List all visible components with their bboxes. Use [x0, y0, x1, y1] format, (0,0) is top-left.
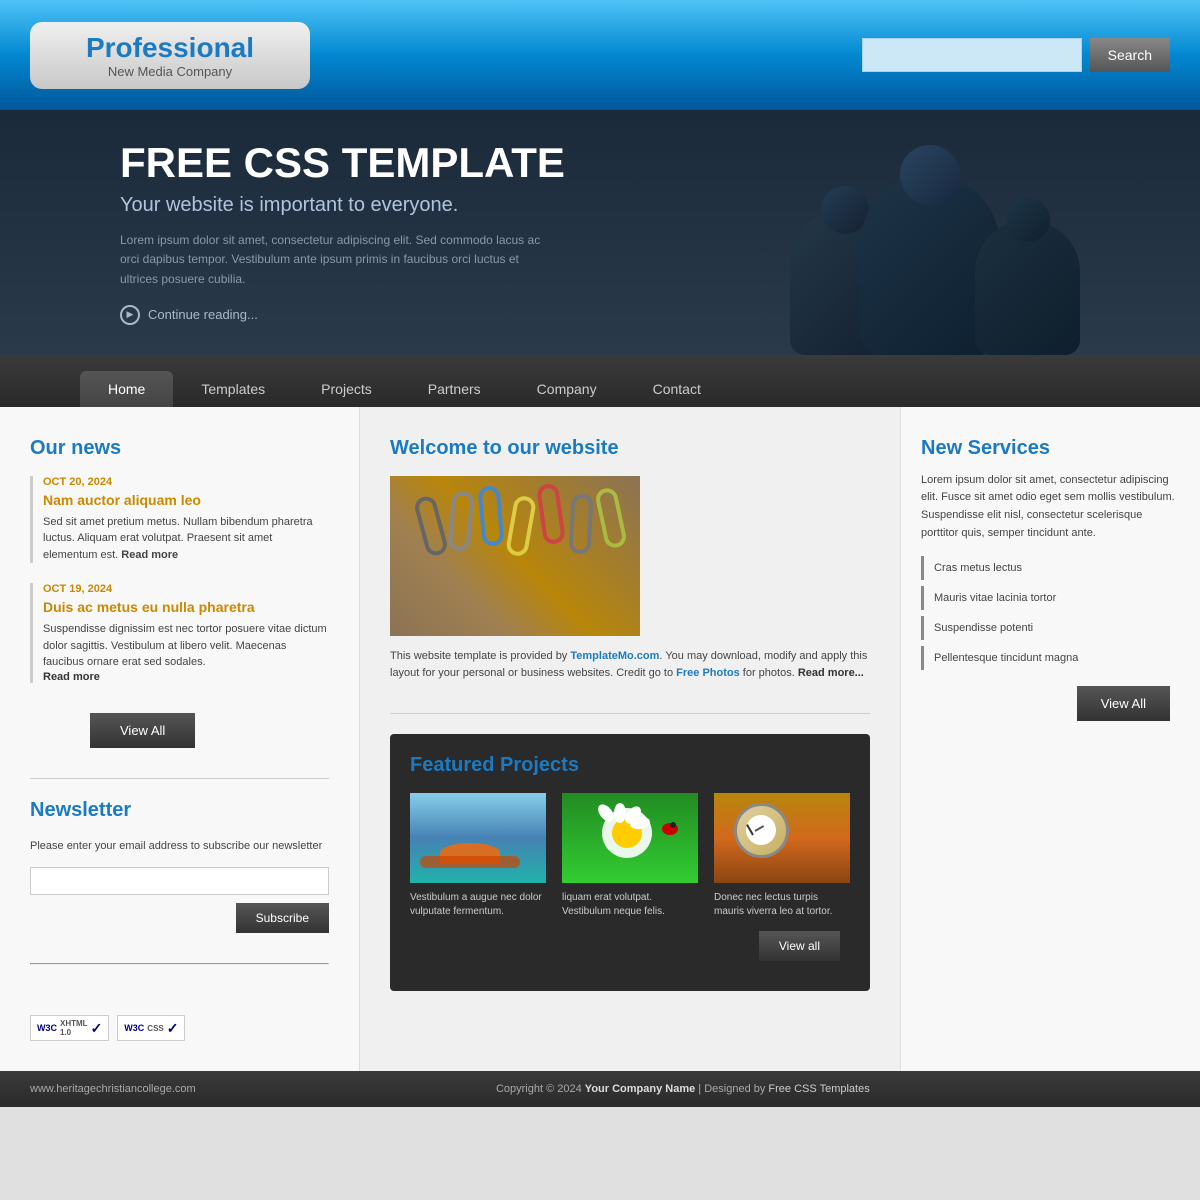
project-image-2 [562, 793, 698, 883]
newsletter-description: Please enter your email address to subsc… [30, 838, 329, 856]
news-title: Our news [30, 437, 329, 460]
nav-partners[interactable]: Partners [400, 371, 509, 407]
welcome-section: Welcome to our website This website temp… [390, 437, 870, 683]
logo-title: Professional [60, 32, 280, 64]
hero-banner: FREE CSS TEMPLATE Your website is import… [0, 110, 1200, 355]
project-3: Donec nec lectus turpis mauris viverra l… [714, 793, 850, 919]
featured-projects: Featured Projects Vestibulum a augue nec… [390, 734, 870, 991]
welcome-image [390, 476, 640, 636]
divider2 [30, 963, 329, 965]
nav-templates[interactable]: Templates [173, 371, 293, 407]
w3c-badges: W3C XHTML1.0 ✓ W3C CSS ✓ [30, 1015, 329, 1041]
hero-subtitle: Your website is important to everyone. [120, 194, 565, 217]
subscribe-button[interactable]: Subscribe [236, 903, 329, 933]
news-item-1: OCT 20, 2024 Nam auctor aliquam leo Sed … [30, 476, 329, 564]
read-more-2[interactable]: Read more [43, 671, 329, 683]
logo-subtitle: New Media Company [60, 64, 280, 79]
figure-right [975, 220, 1080, 355]
project-2: liquam erat volutpat. Vestibulum neque f… [562, 793, 698, 919]
w3c-css-badge: W3C CSS ✓ [117, 1015, 185, 1041]
news-date-1: OCT 20, 2024 [43, 476, 329, 488]
service-item-3: Suspendisse potenti [921, 616, 1180, 640]
footer: www.heritagechristiancollege.com Copyrig… [0, 1071, 1200, 1107]
news-text-1: Sed sit amet pretium metus. Nullam biben… [43, 514, 329, 564]
logo-box: Professional New Media Company [30, 22, 310, 89]
navigation: Home Templates Projects Partners Company… [0, 355, 1200, 407]
footer-left: www.heritagechristiancollege.com [30, 1083, 196, 1095]
news-text-2: Suspendisse dignissim est nec tortor pos… [43, 621, 329, 671]
news-item-2: OCT 19, 2024 Duis ac metus eu nulla phar… [30, 583, 329, 683]
featured-title: Featured Projects [410, 754, 850, 777]
services-description: Lorem ipsum dolor sit amet, consectetur … [921, 472, 1180, 542]
service-list: Cras metus lectus Mauris vitae lacinia t… [921, 556, 1180, 670]
continue-reading-link[interactable]: ▶ Continue reading... [120, 305, 565, 325]
content-divider [390, 713, 870, 714]
project-caption-2: liquam erat volutpat. Vestibulum neque f… [562, 891, 698, 919]
hero-image [740, 110, 1120, 355]
nav-contact[interactable]: Contact [625, 371, 729, 407]
news-view-all-button[interactable]: View All [90, 713, 195, 748]
news-title-2[interactable]: Duis ac metus eu nulla pharetra [43, 599, 329, 615]
news-section: Our news OCT 20, 2024 Nam auctor aliquam… [30, 437, 329, 748]
newsletter-section: Newsletter Please enter your email addre… [30, 799, 329, 934]
sidebar: Our news OCT 20, 2024 Nam auctor aliquam… [0, 407, 360, 1072]
footer-center: Copyright © 2024 Your Company Name | Des… [496, 1083, 870, 1095]
divider [30, 778, 329, 779]
newsletter-title: Newsletter [30, 799, 329, 822]
nav-projects[interactable]: Projects [293, 371, 400, 407]
project-grid: Vestibulum a augue nec dolor vulputate f… [410, 793, 850, 919]
figure-head-right [1006, 198, 1050, 242]
figure-head-main [900, 145, 960, 205]
hero-title: FREE CSS TEMPLATE [120, 140, 565, 186]
welcome-title: Welcome to our website [390, 437, 870, 460]
news-date-2: OCT 19, 2024 [43, 583, 329, 595]
header: Professional New Media Company Search [0, 0, 1200, 110]
project-1: Vestibulum a augue nec dolor vulputate f… [410, 793, 546, 919]
news-title-1[interactable]: Nam auctor aliquam leo [43, 492, 329, 508]
nav-company[interactable]: Company [509, 371, 625, 407]
service-item-1: Cras metus lectus [921, 556, 1180, 580]
project-image-1 [410, 793, 546, 883]
w3c-xhtml-badge: W3C XHTML1.0 ✓ [30, 1015, 109, 1041]
newsletter-email-input[interactable] [30, 867, 329, 895]
services-view-all-button[interactable]: View All [1077, 686, 1170, 721]
project-image-3 [714, 793, 850, 883]
service-item-2: Mauris vitae lacinia tortor [921, 586, 1180, 610]
main-content: Our news OCT 20, 2024 Nam auctor aliquam… [0, 407, 1200, 1072]
hero-body: Lorem ipsum dolor sit amet, consectetur … [120, 231, 560, 289]
center-content: Welcome to our website This website temp… [360, 407, 900, 1072]
hero-content: FREE CSS TEMPLATE Your website is import… [120, 140, 565, 325]
right-column: New Services Lorem ipsum dolor sit amet,… [900, 407, 1200, 1072]
search-button[interactable]: Search [1090, 38, 1170, 72]
nav-home[interactable]: Home [80, 371, 173, 407]
welcome-text: This website template is provided by Tem… [390, 648, 870, 683]
project-caption-3: Donec nec lectus turpis mauris viverra l… [714, 891, 850, 919]
search-input[interactable] [862, 38, 1082, 72]
search-area: Search [862, 38, 1170, 72]
service-item-4: Pellentesque tincidunt magna [921, 646, 1180, 670]
play-icon: ▶ [120, 305, 140, 325]
featured-view-all-button[interactable]: View all [759, 931, 840, 961]
project-caption-1: Vestibulum a augue nec dolor vulputate f… [410, 891, 546, 919]
services-title: New Services [921, 437, 1180, 460]
continue-text: Continue reading... [148, 307, 258, 322]
